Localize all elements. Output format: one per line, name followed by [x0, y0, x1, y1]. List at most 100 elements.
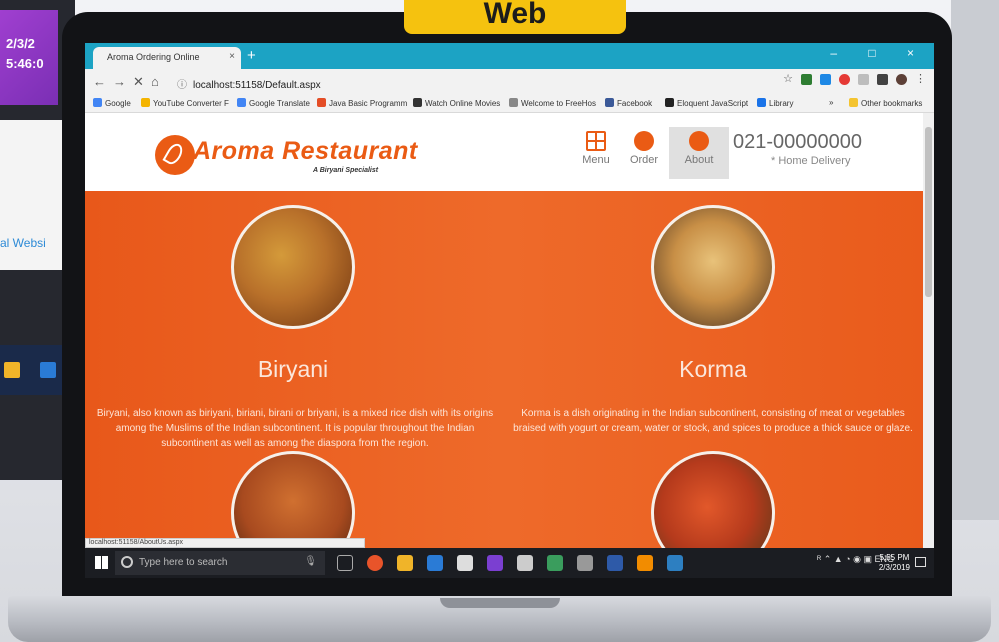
- page-icon: [509, 98, 518, 107]
- bookmark-item[interactable]: Library: [757, 98, 793, 108]
- windows-start-icon[interactable]: [95, 556, 108, 569]
- notification-icon[interactable]: [915, 557, 926, 567]
- nav-item-about[interactable]: About: [669, 127, 729, 179]
- bookmark-icon: [413, 98, 422, 107]
- folder-icon[interactable]: [397, 555, 413, 571]
- extension-icon[interactable]: [801, 74, 812, 85]
- taskbar-search[interactable]: Type here to search 🎙: [115, 551, 325, 575]
- stop-icon[interactable]: ✕: [133, 74, 144, 90]
- profile-icon[interactable]: [896, 74, 907, 85]
- dish-title: Biryani: [257, 356, 329, 382]
- background-edge: [951, 0, 999, 520]
- edge-icon[interactable]: [427, 555, 443, 571]
- app-icon[interactable]: [547, 555, 563, 571]
- nav-label: Menu: [582, 154, 610, 166]
- background-taskbar: [0, 345, 62, 395]
- background-date: 2/3/2: [6, 36, 35, 51]
- app-icon[interactable]: [577, 555, 593, 571]
- search-placeholder: Type here to search: [139, 557, 228, 568]
- app-icon[interactable]: [667, 555, 683, 571]
- logo-text[interactable]: Aroma Restaurant: [193, 137, 418, 166]
- background-clock-tile: 2/3/2 5:46:0: [0, 10, 58, 105]
- library-icon: [757, 98, 766, 107]
- folder-icon: [849, 98, 858, 107]
- photoshop-icon[interactable]: [607, 555, 623, 571]
- forward-arrow-icon[interactable]: →: [113, 74, 126, 89]
- microphone-icon[interactable]: 🎙: [304, 556, 317, 567]
- bookmark-item[interactable]: Java Basic Programm: [317, 98, 407, 108]
- nav-item-order[interactable]: Order: [621, 127, 667, 179]
- logo-tagline: A Biryani Specialist: [313, 167, 379, 174]
- home-icon: [689, 131, 709, 151]
- web-page: Aroma Restaurant A Biryani Specialist Me…: [85, 113, 923, 548]
- order-icon: [634, 131, 654, 151]
- google-icon: [93, 98, 102, 107]
- biryani-image[interactable]: [231, 205, 355, 329]
- bookmark-item[interactable]: Facebook: [605, 98, 652, 108]
- bookmark-item[interactable]: YouTube Converter F: [141, 98, 229, 108]
- korma-image[interactable]: [651, 205, 775, 329]
- bookmark-item[interactable]: Google: [93, 98, 131, 108]
- phone-number: 021-00000000: [733, 131, 863, 153]
- url-field[interactable]: ⓘ localhost:51158/Default.aspx: [173, 73, 753, 91]
- site-nav: Menu Order About: [573, 127, 731, 179]
- bookmark-item[interactable]: Google Translate: [237, 98, 310, 108]
- window-controls[interactable]: – □ ×: [830, 46, 928, 60]
- mail-icon[interactable]: [517, 555, 533, 571]
- bookmark-item[interactable]: Watch Online Movies: [413, 98, 500, 108]
- laptop-notch: [440, 598, 560, 608]
- bookmark-icon: [141, 98, 150, 107]
- opera-icon[interactable]: [839, 74, 850, 85]
- extension-icon[interactable]: [820, 74, 831, 85]
- back-arrow-icon[interactable]: ←: [93, 74, 106, 89]
- clock-time: 5:55 PM: [879, 553, 910, 562]
- url-text: localhost:51158/Default.aspx: [193, 80, 321, 91]
- mail-icon[interactable]: [858, 74, 869, 85]
- bookmark-item[interactable]: Other bookmarks: [849, 98, 922, 108]
- dish-image[interactable]: [651, 451, 775, 548]
- grid-icon: [586, 131, 606, 151]
- bookmark-item[interactable]: Eloquent JavaScript: [665, 98, 748, 108]
- address-bar: ← → ✕ ⌂ ⓘ localhost:51158/Default.aspx ☆ …: [85, 69, 934, 94]
- dish-section: Biryani Biryani, also known as biriyani,…: [85, 191, 923, 548]
- extension-icon[interactable]: [877, 74, 888, 85]
- info-icon[interactable]: ⓘ: [177, 80, 187, 91]
- home-icon[interactable]: ⌂: [151, 74, 159, 89]
- clock-date: 2/3/2019: [878, 563, 910, 572]
- menu-dots-icon[interactable]: ⋮: [915, 74, 926, 85]
- windows-taskbar: Type here to search 🎙 ᴿ ⌃ ▲ ◔ ◉ ▣ ENG 5:…: [85, 548, 934, 578]
- chrome-icon[interactable]: [367, 555, 383, 571]
- dish-description: Korma is a dish originating in the India…: [513, 408, 913, 434]
- store-icon[interactable]: [457, 555, 473, 571]
- bookmark-item[interactable]: Welcome to FreeHos: [509, 98, 596, 108]
- visual-studio-icon[interactable]: [487, 555, 503, 571]
- bookmarks-bar: Google YouTube Converter F Google Transl…: [85, 94, 934, 113]
- bookmark-overflow[interactable]: »: [829, 98, 833, 107]
- dish-title: Korma: [679, 356, 747, 382]
- star-icon[interactable]: ☆: [783, 74, 793, 85]
- tab-title: Aroma Ordering Online: [107, 52, 200, 62]
- logo-icon[interactable]: [155, 135, 195, 175]
- close-icon[interactable]: ×: [229, 51, 235, 62]
- scroll-thumb[interactable]: [925, 127, 932, 297]
- browser-tab[interactable]: Aroma Ordering Online ×: [93, 47, 241, 69]
- translate-icon: [237, 98, 246, 107]
- task-view-icon[interactable]: [337, 555, 353, 571]
- site-header: Aroma Restaurant A Biryani Specialist Me…: [85, 113, 923, 191]
- vlc-icon[interactable]: [637, 555, 653, 571]
- page-scrollbar[interactable]: [923, 113, 934, 548]
- new-tab-button[interactable]: +: [247, 47, 256, 64]
- status-bar: localhost:51158/AboutUs.aspx: [85, 538, 365, 548]
- edge-icon: [40, 362, 56, 378]
- delivery-note: * Home Delivery: [771, 155, 851, 167]
- web-banner: Web: [404, 0, 626, 34]
- extension-icons: ☆ ⋮: [783, 74, 926, 85]
- taskbar-clock[interactable]: 5:55 PM 2/3/2019: [879, 553, 910, 573]
- bookmark-icon: [665, 98, 674, 107]
- laptop-screen: Aroma Ordering Online × + – □ × ← → ✕ ⌂ …: [85, 43, 934, 578]
- background-link: al Websi: [0, 236, 46, 250]
- cortana-icon: [121, 556, 133, 568]
- nav-item-menu[interactable]: Menu: [573, 127, 619, 179]
- dish-image[interactable]: [231, 451, 355, 548]
- facebook-icon: [605, 98, 614, 107]
